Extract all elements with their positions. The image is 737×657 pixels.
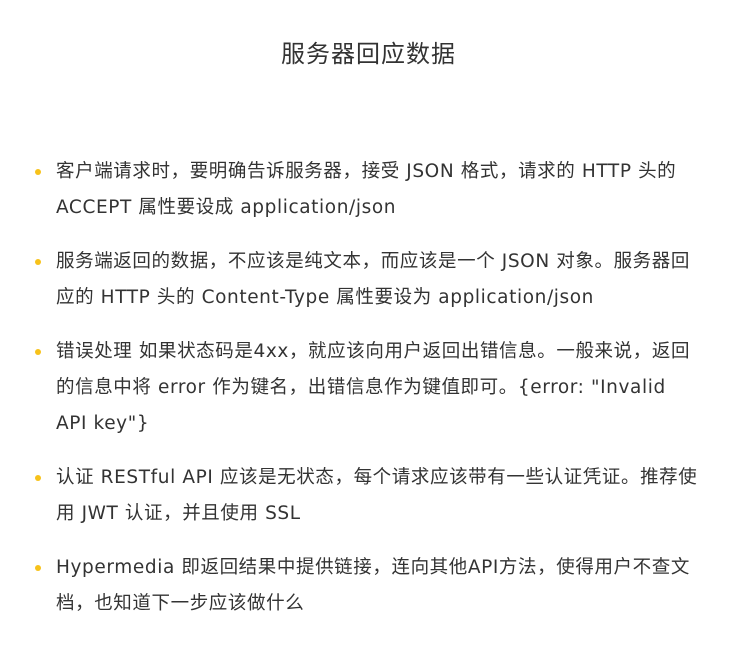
list-item: 客户端请求时，要明确告诉服务器，接受 JSON 格式，请求的 HTTP 头的 A… <box>0 154 737 226</box>
page-title: 服务器回应数据 <box>281 40 456 68</box>
list-item-text: 错误处理 如果状态码是4xx，就应该向用户返回出错信息。一般来说，返回的信息中将… <box>56 341 691 434</box>
list-item: Hypermedia 即返回结果中提供链接，连向其他API方法，使得用户不查文档… <box>0 550 737 622</box>
list-item: 错误处理 如果状态码是4xx，就应该向用户返回出错信息。一般来说，返回的信息中将… <box>0 334 737 442</box>
bullet-dot-icon <box>35 475 41 481</box>
list-item-text: 服务端返回的数据，不应该是纯文本，而应该是一个 JSON 对象。服务器回应的 H… <box>56 251 690 308</box>
list-item-text: 客户端请求时，要明确告诉服务器，接受 JSON 格式，请求的 HTTP 头的 A… <box>56 161 677 218</box>
list-item: 认证 RESTful API 应该是无状态，每个请求应该带有一些认证凭证。推荐使… <box>0 460 737 532</box>
bullet-dot-icon <box>35 259 41 265</box>
list-item-text: Hypermedia 即返回结果中提供链接，连向其他API方法，使得用户不查文档… <box>56 557 690 614</box>
list-item-text: 认证 RESTful API 应该是无状态，每个请求应该带有一些认证凭证。推荐使… <box>56 467 698 524</box>
list-item: 服务端返回的数据，不应该是纯文本，而应该是一个 JSON 对象。服务器回应的 H… <box>0 244 737 316</box>
bullet-dot-icon <box>35 169 41 175</box>
bullet-dot-icon <box>35 349 41 355</box>
bullet-list: 客户端请求时，要明确告诉服务器，接受 JSON 格式，请求的 HTTP 头的 A… <box>0 154 737 640</box>
bullet-dot-icon <box>35 565 41 571</box>
document-page: 服务器回应数据 客户端请求时，要明确告诉服务器，接受 JSON 格式，请求的 H… <box>0 0 737 657</box>
